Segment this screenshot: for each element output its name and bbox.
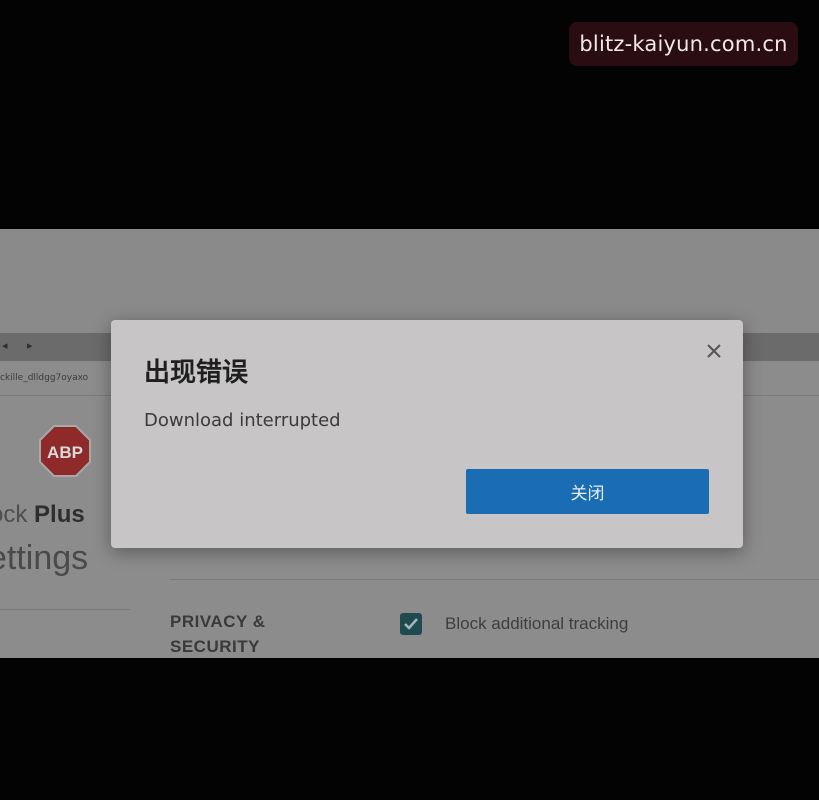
content-divider (170, 579, 819, 580)
section-heading: PRIVACY & SECURITY (170, 612, 266, 656)
dialog-title: 出现错误 (144, 358, 249, 388)
page-title: ettings (0, 539, 89, 577)
checkmark-icon (404, 618, 418, 630)
dialog-message: Download interrupted (144, 410, 341, 431)
close-icon[interactable] (703, 340, 725, 362)
block-tracking-label: Block additional tracking (445, 614, 629, 633)
nav-arrows-icon[interactable]: ◂ ▸ (2, 339, 41, 352)
brand-name: ock Plus (0, 501, 85, 529)
block-tracking-checkbox[interactable] (400, 613, 422, 635)
error-dialog: 出现错误 Download interrupted 关闭 (111, 320, 743, 548)
sidebar-divider (0, 609, 130, 610)
abp-logo-icon: ABP (39, 425, 91, 477)
browser-backdrop (0, 229, 819, 333)
close-button[interactable]: 关闭 (466, 469, 709, 514)
brand-name-light: ock (0, 501, 28, 528)
watermark: blitz-kaiyun.com.cn (569, 22, 798, 66)
abp-logo-text: ABP (47, 443, 83, 462)
brand-name-bold: Plus (34, 501, 85, 528)
